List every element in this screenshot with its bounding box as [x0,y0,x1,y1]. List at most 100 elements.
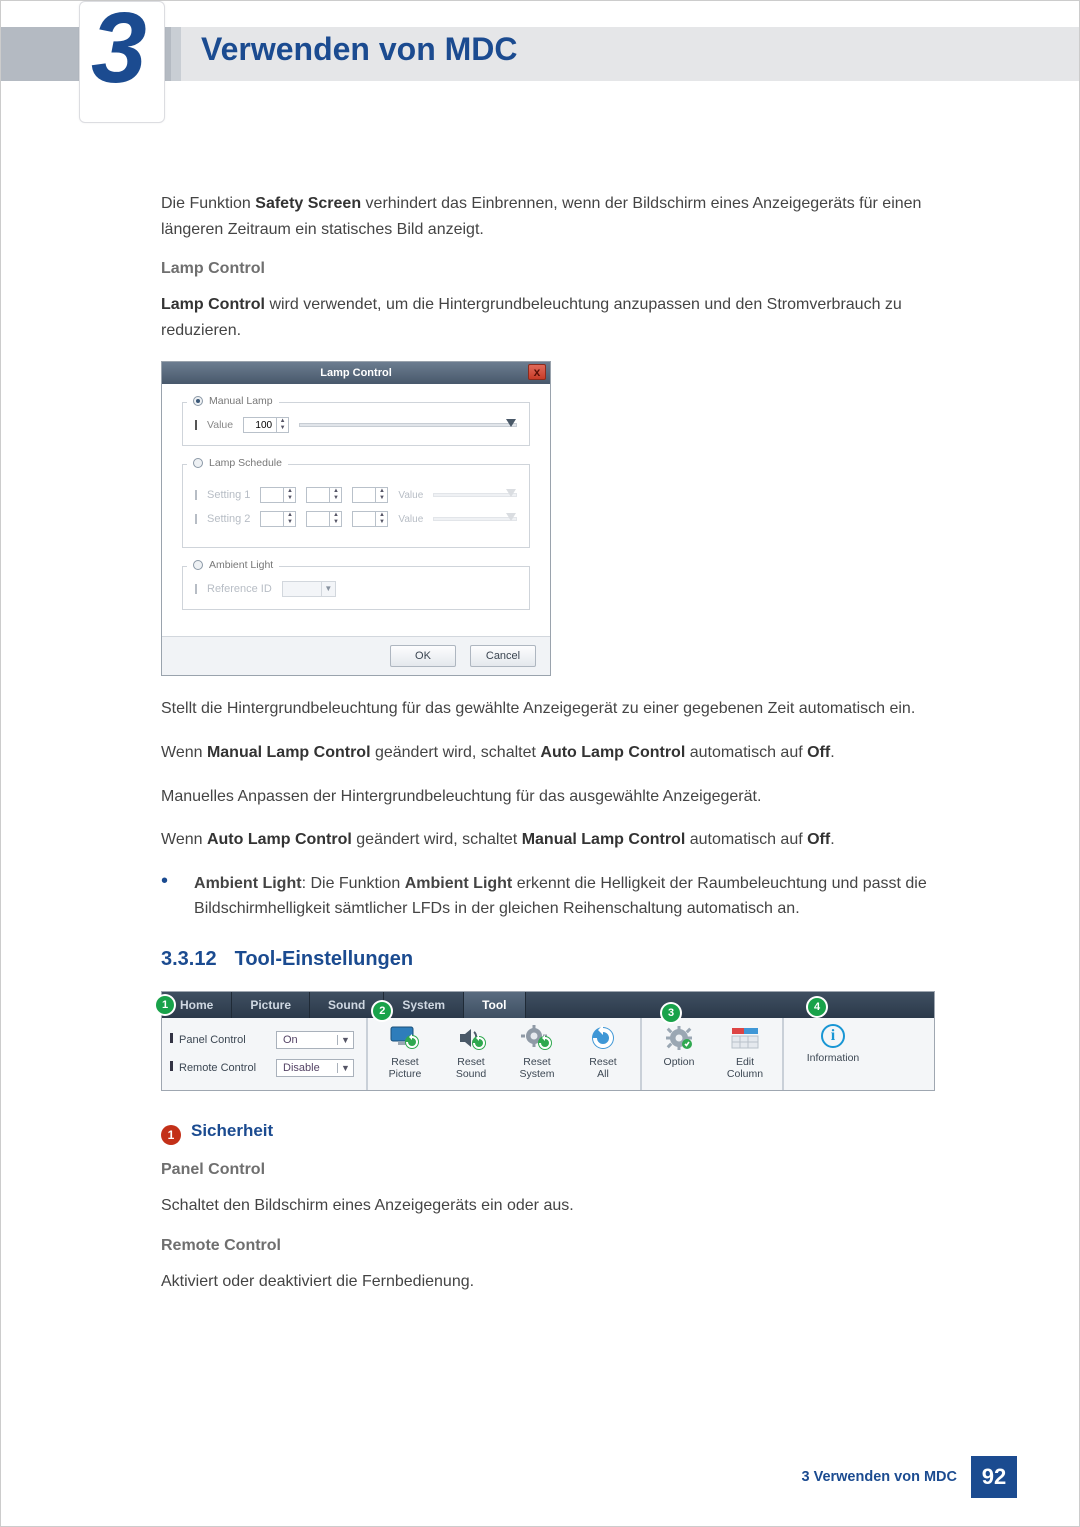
heading-lamp-control: Lamp Control [161,260,971,278]
cancel-button[interactable]: Cancel [470,645,536,667]
chevron-down-icon[interactable]: ▼ [277,425,288,432]
heading-panel-control: Panel Control [161,1161,971,1179]
text: Remote Control [179,1062,256,1074]
spin-input[interactable] [261,490,283,501]
combo-value: Disable [283,1062,320,1074]
gear-refresh-icon [520,1024,554,1052]
document-page: 3 Verwenden von MDC Die Funktion Safety … [0,0,1080,1527]
page-number: 92 [971,1456,1017,1498]
time-spinner[interactable]: ▲▼ [306,487,342,503]
text: . [830,831,834,848]
button-label: EditColumn [727,1056,763,1080]
spinner-buttons[interactable]: ▲▼ [276,418,288,432]
info-icon: i [821,1024,845,1048]
tab-label: System [402,998,445,1012]
reset-system-button[interactable]: ResetSystem [508,1024,566,1084]
tool-toolbar: Home 1 Picture Sound 2 System Tool 3 4 P… [161,991,935,1091]
tab-sound[interactable]: Sound 2 [310,992,384,1018]
bold-safety-screen: Safety Screen [255,195,361,212]
close-icon[interactable]: x [528,364,546,380]
value-label: Value [207,419,233,431]
spin-input[interactable] [261,514,283,525]
spin-input[interactable] [307,514,329,525]
heading-text: Sicherheit [191,1121,273,1140]
value-input[interactable] [244,420,276,431]
text: Panel Control [179,1034,246,1046]
value-label: Value [398,514,423,525]
reset-all-button[interactable]: ResetAll [574,1024,632,1084]
text: automatisch auf [685,831,807,848]
ok-button[interactable]: OK [390,645,456,667]
section-number: 3.3.12 [161,948,217,970]
spin-input[interactable] [307,490,329,501]
bullet-list: • Ambient Light: Die Funktion Ambient Li… [161,871,971,922]
section-reset: ResetPicture ResetSound ResetSystem [368,1018,642,1090]
button-label: Option [664,1056,695,1068]
group-manual-lamp: Manual Lamp Value ▲▼ [182,402,530,446]
information-button[interactable]: i Information [792,1024,874,1084]
header-band-mid [171,27,181,81]
list-item: • Ambient Light: Die Funktion Ambient Li… [161,871,971,922]
tab-picture[interactable]: Picture [232,992,310,1018]
spin-input[interactable] [353,514,375,525]
paragraph-manual-auto: Wenn Manual Lamp Control geändert wird, … [161,740,971,766]
chevron-down-icon[interactable]: ▼ [337,1035,353,1045]
value-spinner[interactable]: ▲▼ [243,417,289,433]
time-spinner[interactable]: ▲▼ [260,511,296,527]
slider-thumb-icon[interactable] [506,489,516,497]
slider-thumb-icon[interactable] [506,513,516,521]
button-label: ResetSound [456,1056,486,1080]
text: geändert wird, schaltet [352,831,522,848]
tab-home[interactable]: Home 1 [162,992,232,1018]
indicator-bar [195,584,197,594]
edit-column-icon [728,1024,762,1052]
time-spinner[interactable]: ▲▼ [352,487,388,503]
section-information: i Information [784,1018,882,1090]
panel-control-row: Panel Control On▼ [170,1031,358,1049]
chevron-down-icon[interactable]: ▼ [321,582,335,596]
sound-refresh-icon [454,1024,488,1052]
bold: Off [807,744,830,761]
chevron-up-icon[interactable]: ▲ [277,418,288,425]
value-slider[interactable] [299,423,517,427]
edit-column-button[interactable]: EditColumn [716,1024,774,1084]
radio-lamp-schedule[interactable] [193,458,203,468]
schedule-row-1: Setting 1 ▲▼ ▲▼ ▲▼ Value [195,487,517,503]
chevron-down-icon[interactable]: ▼ [337,1063,353,1073]
dialog-footer: OK Cancel [162,636,550,675]
dialog-titlebar[interactable]: Lamp Control x [162,362,550,384]
footer-text: 3 Verwenden von MDC [801,1469,957,1485]
page-footer: 3 Verwenden von MDC 92 [801,1456,1017,1498]
bold: Manual Lamp Control [522,831,686,848]
section-option: Option EditColumn [642,1018,784,1090]
button-label: ResetSystem [519,1056,554,1080]
manual-value-row: Value ▲▼ [195,417,517,433]
paragraph-panel-control: Schaltet den Bildschirm eines Anzeigeger… [161,1193,971,1219]
value-slider[interactable] [433,493,517,497]
bold: Manual Lamp Control [207,744,371,761]
time-spinner[interactable]: ▲▼ [352,511,388,527]
radio-manual-lamp[interactable] [193,396,203,406]
reference-id-row: Reference ID ▼ [195,581,517,597]
option-button[interactable]: Option [650,1024,708,1084]
heading-sicherheit: 1Sicherheit [161,1121,971,1145]
panel-control-dropdown[interactable]: On▼ [276,1031,354,1049]
value-slider[interactable] [433,517,517,521]
value-label: Value [398,490,423,501]
time-spinner[interactable]: ▲▼ [260,487,296,503]
list-text: Ambient Light: Die Funktion Ambient Ligh… [194,871,971,922]
radio-ambient-light[interactable] [193,560,203,570]
reset-picture-button[interactable]: ResetPicture [376,1024,434,1084]
paragraph-manual-adjust: Manuelles Anpassen der Hintergrundbeleuc… [161,784,971,810]
reference-id-dropdown[interactable]: ▼ [282,581,336,597]
remote-control-dropdown[interactable]: Disable ▼ [276,1059,354,1077]
time-spinner[interactable]: ▲▼ [306,511,342,527]
section-heading-3312: 3.3.12Tool-Einstellungen [161,948,971,971]
indicator-bar [195,514,197,524]
tab-system[interactable]: System [384,992,464,1018]
reset-sound-button[interactable]: ResetSound [442,1024,500,1084]
tab-tool[interactable]: Tool [464,992,525,1018]
text: : Die Funktion [302,875,405,892]
spin-input[interactable] [353,490,375,501]
slider-thumb-icon[interactable] [506,419,516,427]
